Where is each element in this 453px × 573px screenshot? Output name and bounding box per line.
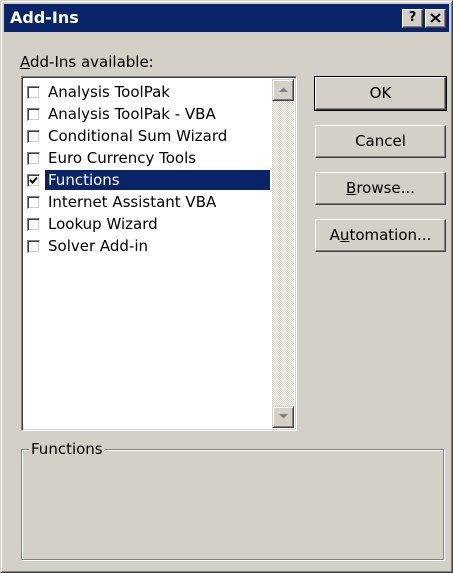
addin-checkbox[interactable]: [27, 173, 40, 187]
close-icon: [430, 13, 441, 23]
addin-checkbox[interactable]: [27, 129, 40, 143]
browse-button[interactable]: Browse...: [315, 172, 446, 205]
addins-available-label: Add-Ins available:: [20, 53, 154, 71]
addin-label: Internet Assistant VBA: [48, 193, 217, 211]
add-ins-dialog: Add-Ins ? Add-Ins available: Analysis To…: [0, 0, 453, 573]
close-button[interactable]: [425, 9, 446, 28]
addin-label: Solver Add-in: [48, 237, 149, 255]
addin-label: Analysis ToolPak - VBA: [48, 105, 216, 123]
arrow-down-icon: [279, 414, 288, 419]
description-group-label: Functions: [29, 440, 105, 458]
addin-label: Euro Currency Tools: [48, 149, 197, 167]
automation-label-pre: A: [329, 226, 340, 244]
cancel-button[interactable]: Cancel: [315, 125, 446, 158]
list-item[interactable]: Conditional Sum Wizard: [26, 125, 270, 147]
ok-button[interactable]: OK: [314, 76, 447, 111]
list-item[interactable]: Solver Add-in: [26, 235, 270, 257]
check-icon: [29, 176, 38, 184]
addin-label: Lookup Wizard: [48, 215, 158, 233]
mnemonic-a: A: [20, 53, 30, 71]
list-item[interactable]: Lookup Wizard: [26, 213, 270, 235]
addin-checkbox[interactable]: [27, 151, 40, 165]
arrow-up-icon: [279, 87, 288, 92]
list-item[interactable]: Analysis ToolPak: [26, 81, 270, 103]
title-bar[interactable]: Add-Ins ?: [4, 4, 449, 32]
description-groupbox: [21, 449, 444, 560]
mnemonic-b: B: [346, 179, 357, 197]
scroll-down-button[interactable]: [272, 406, 294, 428]
addin-checkbox[interactable]: [27, 85, 40, 99]
addins-available-text: dd-Ins available:: [30, 53, 154, 71]
list-item[interactable]: Internet Assistant VBA: [26, 191, 270, 213]
window-title: Add-Ins: [10, 8, 79, 27]
addin-label: Functions: [45, 170, 270, 190]
list-scrollbar[interactable]: [272, 79, 294, 428]
list-item[interactable]: Analysis ToolPak - VBA: [26, 103, 270, 125]
browse-label: rowse...: [356, 179, 415, 197]
automation-label: tomation...: [349, 226, 432, 244]
list-item[interactable]: Functions: [26, 169, 270, 191]
addin-checkbox[interactable]: [27, 195, 40, 209]
addin-checkbox[interactable]: [27, 107, 40, 121]
addin-checkbox[interactable]: [27, 239, 40, 253]
list-item[interactable]: Euro Currency Tools: [26, 147, 270, 169]
addins-list-items: Analysis ToolPak Analysis ToolPak - VBA …: [26, 81, 270, 257]
addin-label: Conditional Sum Wizard: [48, 127, 228, 145]
addin-checkbox[interactable]: [27, 217, 40, 231]
addin-label: Analysis ToolPak: [48, 83, 170, 101]
addins-list[interactable]: Analysis ToolPak Analysis ToolPak - VBA …: [21, 76, 297, 431]
help-button[interactable]: ?: [402, 9, 423, 28]
scroll-up-button[interactable]: [272, 79, 294, 101]
automation-button[interactable]: Automation...: [315, 219, 446, 252]
mnemonic-u: u: [339, 226, 350, 244]
